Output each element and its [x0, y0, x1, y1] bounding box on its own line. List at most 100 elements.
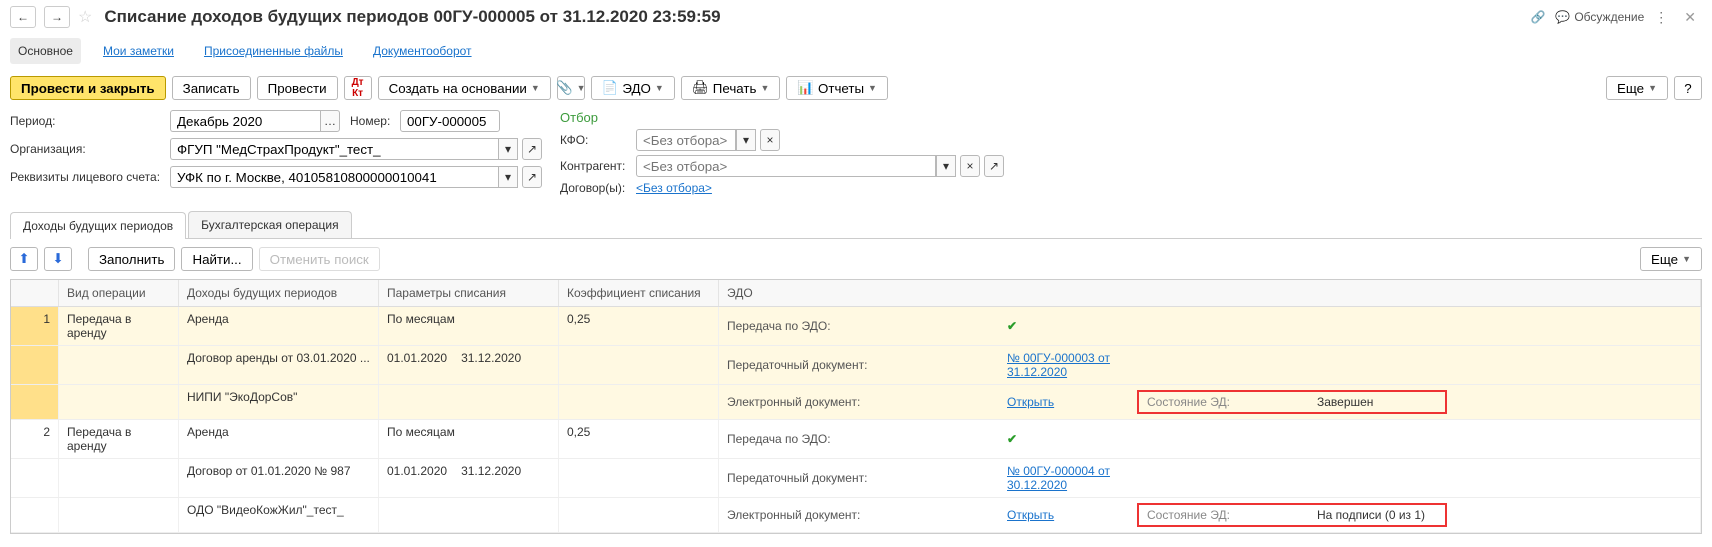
row-income-line: Аренда: [179, 307, 379, 345]
counterparty-input[interactable]: [636, 155, 936, 177]
transfer-doc-link[interactable]: № 00ГУ-000003 от 31.12.2020: [1007, 351, 1110, 379]
row-number: 2: [11, 420, 59, 458]
ed-state-box: Состояние ЭД: На подписи (0 из 1): [1137, 503, 1447, 527]
account-dropdown-button[interactable]: ▾: [498, 166, 518, 188]
account-input[interactable]: [170, 166, 498, 188]
kfo-input[interactable]: [636, 129, 736, 151]
reports-button[interactable]: 📊 Отчеты▼: [786, 76, 888, 100]
number-input[interactable]: [400, 110, 500, 132]
e-doc-label: Электронный документ:: [727, 395, 1007, 409]
org-label: Организация:: [10, 142, 170, 156]
col-coef: Коэффициент списания: [559, 280, 719, 306]
e-doc-label: Электронный документ:: [727, 508, 1007, 522]
ed-state-box: Состояние ЭД: Завершен: [1137, 390, 1447, 414]
kfo-clear-button[interactable]: ×: [760, 129, 780, 151]
counterparty-clear-button[interactable]: ×: [960, 155, 980, 177]
discussion-label: Обсуждение: [1574, 10, 1644, 24]
kfo-label: КФО:: [560, 133, 630, 147]
create-based-button[interactable]: Создать на основании▼: [378, 76, 551, 100]
row-date-to: 31.12.2020: [461, 351, 521, 379]
transfer-doc-label: Передаточный документ:: [727, 471, 1007, 485]
e-doc-open-link[interactable]: Открыть: [1007, 395, 1054, 409]
tab-main[interactable]: Основное: [10, 38, 81, 64]
edo-transfer-label: Передача по ЭДО:: [727, 432, 1007, 446]
account-open-button[interactable]: ↗: [522, 166, 542, 188]
cancel-find-button[interactable]: Отменить поиск: [259, 247, 380, 271]
table-row[interactable]: НИПИ "ЭкоДорСов" Электронный документ: О…: [11, 385, 1701, 420]
org-open-button[interactable]: ↗: [522, 138, 542, 160]
post-button[interactable]: Провести: [257, 76, 338, 100]
row-income-line: Аренда: [179, 420, 379, 458]
edo-label: ЭДО: [622, 81, 651, 96]
discussion-button[interactable]: 💬 Обсуждение: [1555, 10, 1644, 24]
table-row[interactable]: ОДО "ВидеоКожЖил"_тест_ Электронный доку…: [11, 498, 1701, 533]
row-operation: Передача в аренду: [59, 420, 179, 458]
e-doc-open-link[interactable]: Открыть: [1007, 508, 1054, 522]
save-button[interactable]: Записать: [172, 76, 251, 100]
transfer-doc-link[interactable]: № 00ГУ-000004 от 30.12.2020: [1007, 464, 1110, 492]
find-button[interactable]: Найти...: [181, 247, 252, 271]
tab-docflow[interactable]: Документооборот: [365, 38, 480, 64]
move-up-button[interactable]: ⬆: [10, 247, 38, 271]
row-income-line: ОДО "ВидеоКожЖил"_тест_: [179, 498, 379, 532]
col-edo: ЭДО: [719, 280, 1701, 306]
number-label: Номер:: [350, 114, 400, 128]
row-date-to: 31.12.2020: [461, 464, 521, 492]
org-dropdown-button[interactable]: ▾: [498, 138, 518, 160]
period-input[interactable]: [170, 110, 320, 132]
row-date-from: 01.01.2020: [387, 351, 447, 379]
col-params: Параметры списания: [379, 280, 559, 306]
row-number: 1: [11, 307, 59, 345]
account-label: Реквизиты лицевого счета:: [10, 170, 170, 184]
tab-future-incomes[interactable]: Доходы будущих периодов: [10, 212, 186, 239]
more-button[interactable]: Еще▼: [1606, 76, 1668, 100]
col-number: [11, 280, 59, 306]
close-button[interactable]: ✕: [1678, 9, 1702, 26]
kfo-dropdown-button[interactable]: ▾: [736, 129, 756, 151]
kebab-menu-icon[interactable]: ⋮: [1654, 9, 1668, 26]
ed-state-value: Завершен: [1317, 395, 1373, 409]
table-row[interactable]: 1 Передача в аренду Аренда По месяцам 0,…: [11, 307, 1701, 346]
move-down-button[interactable]: ⬇: [44, 247, 72, 271]
dt-kt-button[interactable]: ДтКт: [344, 76, 372, 100]
post-and-close-button[interactable]: Провести и закрыть: [10, 76, 166, 100]
tab-accounting-operation[interactable]: Бухгалтерская операция: [188, 211, 351, 238]
org-input[interactable]: [170, 138, 498, 160]
row-param-mode: По месяцам: [379, 307, 559, 345]
transfer-doc-label: Передаточный документ:: [727, 358, 1007, 372]
page-title: Списание доходов будущих периодов 00ГУ-0…: [104, 7, 720, 27]
contracts-link[interactable]: <Без отбора>: [636, 181, 712, 195]
row-coef: 0,25: [559, 420, 719, 458]
counterparty-open-button[interactable]: ↗: [984, 155, 1004, 177]
table-row[interactable]: Договор аренды от 03.01.2020 ... 01.01.2…: [11, 346, 1701, 385]
fill-button[interactable]: Заполнить: [88, 247, 175, 271]
row-param-mode: По месяцам: [379, 420, 559, 458]
favorite-star-icon[interactable]: ☆: [78, 7, 92, 27]
attach-button[interactable]: 📎▼: [557, 76, 585, 100]
edo-transfer-label: Передача по ЭДО:: [727, 319, 1007, 333]
row-operation: Передача в аренду: [59, 307, 179, 345]
table-more-label: Еще: [1651, 252, 1678, 267]
table-row[interactable]: 2 Передача в аренду Аренда По месяцам 0,…: [11, 420, 1701, 459]
print-button[interactable]: 🖨 Печать▼: [681, 76, 781, 100]
col-operation: Вид операции: [59, 280, 179, 306]
edo-button[interactable]: 📄 ЭДО▼: [591, 76, 675, 100]
help-button[interactable]: ?: [1674, 76, 1702, 100]
link-icon[interactable]: 🔗: [1530, 10, 1545, 24]
more-label: Еще: [1617, 81, 1644, 96]
table-row[interactable]: Договор от 01.01.2020 № 987 01.01.202031…: [11, 459, 1701, 498]
chat-icon: 💬: [1555, 10, 1570, 24]
data-table: Вид операции Доходы будущих периодов Пар…: [10, 279, 1702, 534]
edo-checkbox-icon: ✔: [1007, 319, 1137, 333]
table-more-button[interactable]: Еще▼: [1640, 247, 1702, 271]
tab-my-notes[interactable]: Мои заметки: [95, 38, 182, 64]
tab-attached-files[interactable]: Присоединенные файлы: [196, 38, 351, 64]
ed-state-label: Состояние ЭД:: [1147, 395, 1317, 409]
nav-forward-button[interactable]: →: [44, 6, 70, 28]
contracts-label: Договор(ы):: [560, 181, 630, 195]
period-picker-button[interactable]: …: [320, 110, 340, 132]
row-date-from: 01.01.2020: [387, 464, 447, 492]
counterparty-dropdown-button[interactable]: ▾: [936, 155, 956, 177]
nav-back-button[interactable]: ←: [10, 6, 36, 28]
row-coef: 0,25: [559, 307, 719, 345]
